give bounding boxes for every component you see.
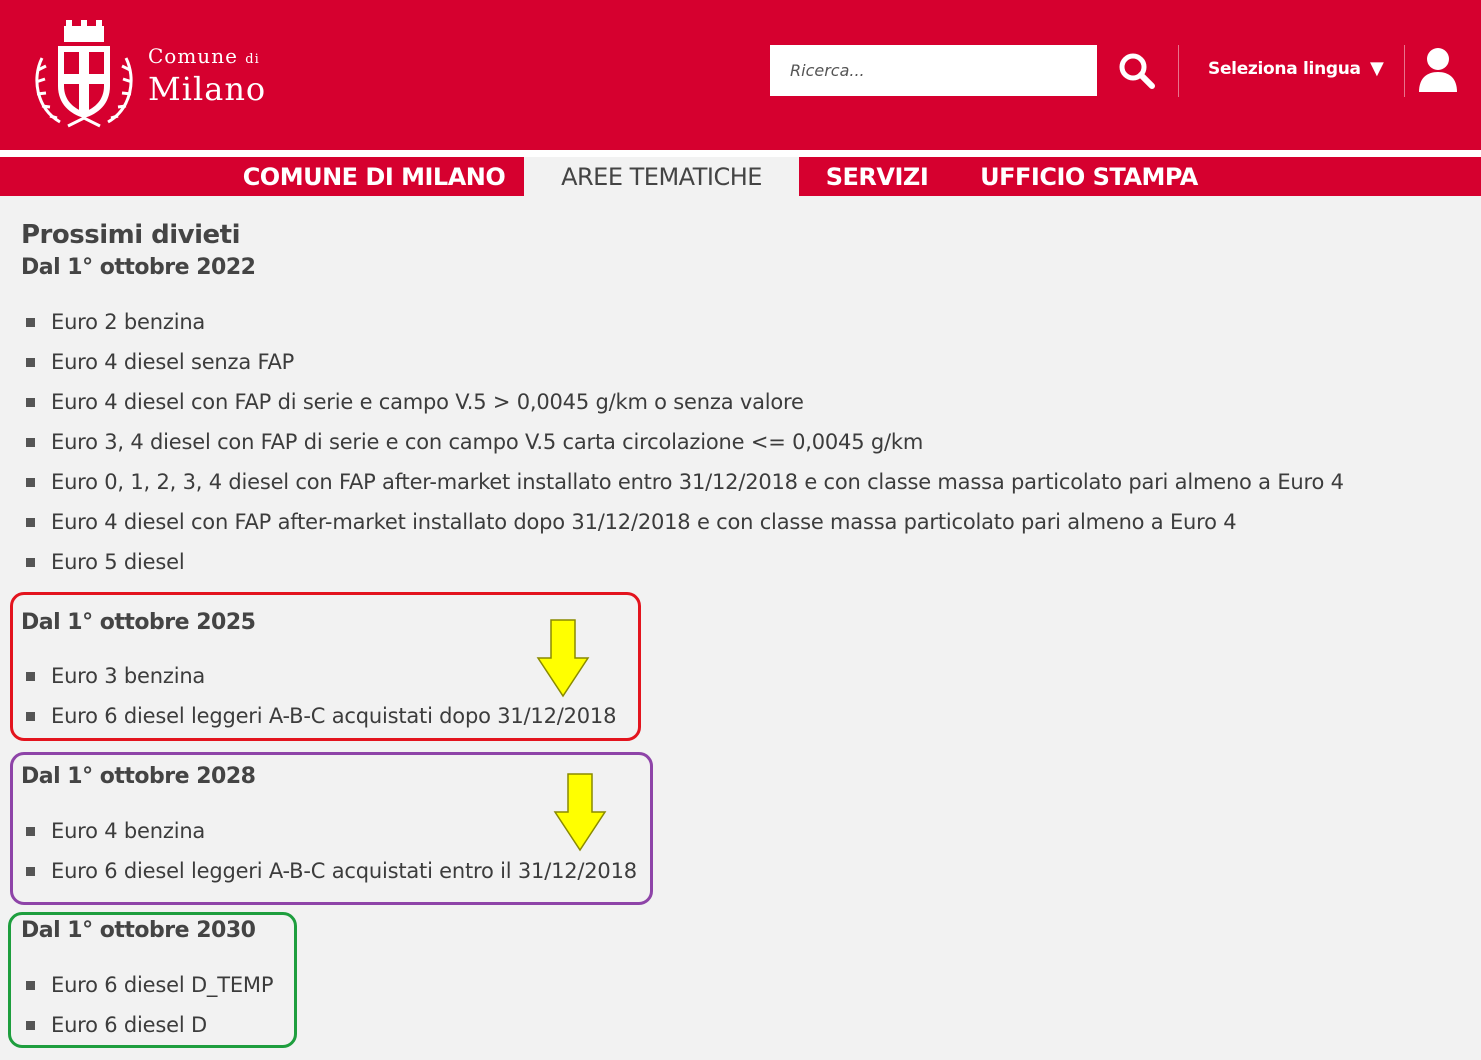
list-item: Euro 3 benzina — [26, 656, 616, 696]
ban-list: Euro 2 benzina Euro 4 diesel senza FAP E… — [26, 302, 1344, 582]
bullet-icon — [26, 438, 35, 447]
list-item: Euro 4 diesel con FAP after-market insta… — [26, 502, 1344, 542]
bullet-icon — [26, 1021, 35, 1030]
bullet-icon — [26, 827, 35, 836]
page-title: Prossimi divieti — [21, 220, 241, 250]
list-item: Euro 3, 4 diesel con FAP di serie e con … — [26, 422, 1344, 462]
list-item: Euro 4 diesel senza FAP — [26, 342, 1344, 382]
header-separator — [1178, 45, 1179, 97]
site-header: Comune di Milano Seleziona lingua ▼ — [0, 0, 1481, 150]
nav-item-aree-tematiche[interactable]: AREE TEMATICHE — [524, 157, 799, 196]
arrow-down-icon — [553, 773, 607, 852]
header-separator — [1404, 45, 1405, 97]
list-item: Euro 6 diesel leggeri A-B-C acquistati d… — [26, 696, 616, 736]
section-heading: Dal 1° ottobre 2025 — [21, 610, 256, 635]
list-item: Euro 4 benzina — [26, 811, 637, 851]
section-heading: Dal 1° ottobre 2022 — [21, 255, 256, 280]
list-item: Euro 4 diesel con FAP di serie e campo V… — [26, 382, 1344, 422]
list-item: Euro 6 diesel D_TEMP — [26, 965, 274, 1005]
bullet-icon — [26, 478, 35, 487]
bullet-icon — [26, 398, 35, 407]
user-icon[interactable] — [1416, 46, 1460, 94]
list-item: Euro 0, 1, 2, 3, 4 diesel con FAP after-… — [26, 462, 1344, 502]
header-divider — [0, 150, 1481, 157]
bullet-icon — [26, 558, 35, 567]
section-heading: Dal 1° ottobre 2030 — [21, 918, 256, 943]
bullet-icon — [26, 672, 35, 681]
logo-wordmark[interactable]: Comune di Milano — [148, 44, 266, 106]
bullet-icon — [26, 981, 35, 990]
list-item: Euro 2 benzina — [26, 302, 1344, 342]
main-nav: COMUNE DI MILANO AREE TEMATICHE SERVIZI … — [0, 157, 1481, 196]
nav-item-comune-di-milano[interactable]: COMUNE DI MILANO — [224, 157, 524, 196]
ban-list: Euro 3 benzina Euro 6 diesel leggeri A-B… — [26, 656, 616, 736]
bullet-icon — [26, 867, 35, 876]
section-heading: Dal 1° ottobre 2028 — [21, 764, 256, 789]
bullet-icon — [26, 712, 35, 721]
chevron-down-icon[interactable]: ▼ — [1370, 58, 1384, 79]
list-item: Euro 5 diesel — [26, 542, 1344, 582]
nav-item-servizi[interactable]: SERVIZI — [809, 157, 945, 196]
arrow-down-icon — [536, 619, 590, 698]
milano-coat-of-arms-logo[interactable] — [28, 18, 140, 134]
bullet-icon — [26, 358, 35, 367]
search-icon[interactable] — [1116, 50, 1158, 92]
list-item: Euro 6 diesel leggeri A-B-C acquistati e… — [26, 851, 637, 891]
bullet-icon — [26, 318, 35, 327]
ban-list: Euro 6 diesel D_TEMP Euro 6 diesel D — [26, 965, 274, 1045]
language-selector[interactable]: Seleziona lingua — [1208, 59, 1361, 79]
ban-list: Euro 4 benzina Euro 6 diesel leggeri A-B… — [26, 811, 637, 891]
bullet-icon — [26, 518, 35, 527]
search-input[interactable] — [770, 45, 1097, 96]
list-item: Euro 6 diesel D — [26, 1005, 273, 1045]
nav-item-ufficio-stampa[interactable]: UFFICIO STAMPA — [964, 157, 1214, 196]
